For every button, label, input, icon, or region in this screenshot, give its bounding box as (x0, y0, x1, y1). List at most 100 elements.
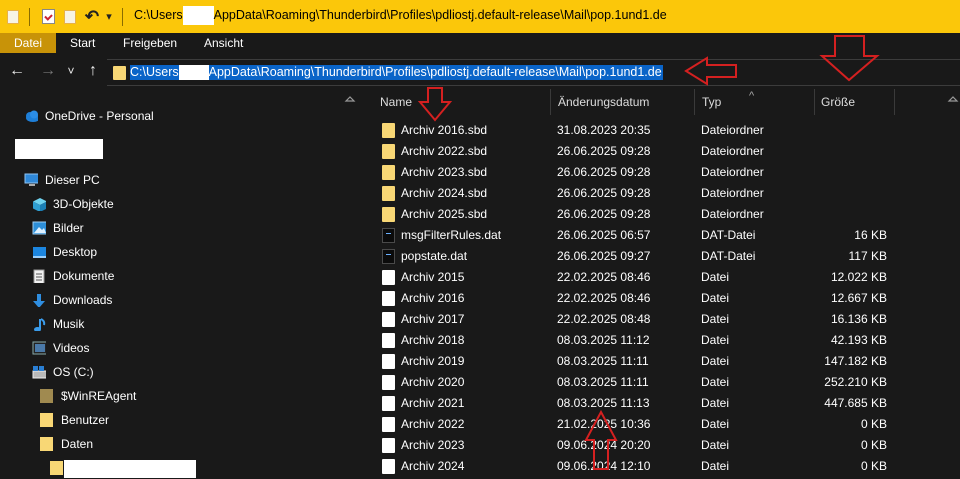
file-row[interactable]: Archiv 2025.sbd 26.06.2025 09:28 Dateiordn… (371, 204, 946, 225)
navigation-pane: OneDrive - Personal Dieser PC 3D-Objekte… (0, 89, 358, 479)
file-name: Archiv 2021 (401, 396, 465, 410)
file-name: Archiv 2024 (401, 459, 465, 473)
folder-icon[interactable] (2, 0, 24, 33)
file-date: 26.06.2025 09:28 (557, 186, 651, 200)
folder-icon (113, 66, 126, 80)
file-type: Datei (701, 375, 730, 389)
file-type: Datei (701, 270, 730, 284)
file-row[interactable]: Archiv 2022 21.02.2025 10:36 Datei 0 KB (371, 414, 946, 435)
file-list: Name Änderungsdatum Typ ^ Größe Archiv 2… (371, 89, 946, 477)
file-row[interactable]: msgFilterRules.dat 26.06.2025 06:57 DAT-Da… (371, 225, 946, 246)
column-header-date[interactable]: Änderungsdatum (558, 89, 649, 113)
file-row[interactable]: Archiv 2015 22.02.2025 08:46 Datei 12.022 K… (371, 267, 946, 288)
onedrive-cloud-icon (26, 110, 38, 122)
file-row[interactable]: popstate.dat 26.06.2025 09:27 DAT-Datei 117… (371, 246, 946, 267)
file-row[interactable]: Archiv 2018 08.03.2025 11:12 Datei 42.193 K… (371, 330, 946, 351)
up-arrow-icon[interactable]: ↑ (83, 53, 103, 89)
file-size (815, 141, 887, 162)
column-header-type[interactable]: Typ (702, 89, 721, 113)
folder-icon (382, 186, 395, 201)
tab-datei[interactable]: Datei (0, 33, 56, 53)
file-row[interactable]: Archiv 2022.sbd 26.06.2025 09:28 Dateiordn… (371, 141, 946, 162)
file-date: 22.02.2025 08:48 (557, 312, 651, 326)
column-divider[interactable] (894, 89, 895, 115)
column-divider[interactable] (814, 89, 815, 115)
file-type: Dateiordner (701, 144, 764, 158)
file-size: 42.193 KB (830, 333, 887, 347)
recent-locations-icon[interactable]: ˅ (63, 53, 79, 89)
file-name: popstate.dat (401, 249, 468, 263)
forward-arrow-icon[interactable]: → (37, 53, 59, 89)
quick-access-dropdown-icon[interactable]: ▾ (103, 0, 115, 33)
folder-icon (40, 389, 53, 403)
title-bar: ↶ ▾ C:\Users AppData\Roaming\Thunderbird\… (0, 0, 960, 33)
sidebar-item-label: Benutzer (61, 413, 110, 427)
computer-icon (24, 173, 38, 186)
file-size (815, 204, 887, 225)
file-row[interactable]: Archiv 2020 08.03.2025 11:11 Datei 252.210 … (371, 372, 946, 393)
dat-file-icon (382, 228, 395, 243)
file-row[interactable]: Archiv 2019 08.03.2025 11:11 Datei 147.182 … (371, 351, 946, 372)
file-name: Archiv 2016 (401, 291, 465, 305)
redaction (64, 460, 196, 478)
file-row[interactable]: Archiv 2021 08.03.2025 11:13 Datei 447.685 … (371, 393, 946, 414)
redaction (182, 6, 214, 26)
file-type: Datei (701, 291, 730, 305)
file-name: Archiv 2025.sbd (401, 207, 488, 221)
sidebar-item-label: 3D-Objekte (53, 197, 114, 211)
scroll-up-icon[interactable] (946, 93, 960, 105)
column-header-size[interactable]: Größe (821, 89, 855, 113)
back-arrow-icon[interactable]: ← (6, 53, 28, 89)
column-divider[interactable] (694, 89, 695, 115)
file-name: Archiv 2015 (401, 270, 465, 284)
file-type: Datei (701, 417, 730, 431)
dat-file-icon (382, 249, 395, 264)
address-bar[interactable]: C:\Users AppData\Roaming\Thunderbird\Prof… (107, 59, 960, 86)
file-row[interactable]: Archiv 2023.sbd 26.06.2025 09:28 Dateiordn… (371, 162, 946, 183)
navigation-bar: ← → ˅ ↑ C:\Users AppData\Roaming\Thunderb… (0, 53, 960, 89)
file-name: Archiv 2020 (401, 375, 465, 389)
file-date: 26.06.2025 06:57 (557, 228, 651, 242)
file-type: Datei (701, 333, 730, 347)
file-size: 447.685 KB (824, 396, 887, 410)
file-icon (382, 438, 395, 453)
sort-chevron-icon: ^ (749, 90, 755, 102)
column-header-name[interactable]: Name (380, 89, 412, 113)
new-folder-icon[interactable] (60, 0, 80, 33)
tab-ansicht[interactable]: Ansicht (204, 33, 243, 53)
sidebar-item-label: Daten (61, 437, 94, 451)
file-list-scrollbar[interactable] (946, 93, 960, 477)
file-type: Dateiordner (701, 207, 764, 221)
file-icon (382, 291, 395, 306)
file-row[interactable]: Archiv 2024.sbd 26.06.2025 09:28 Dateiordn… (371, 183, 946, 204)
sidebar-item-label: Desktop (53, 245, 98, 259)
file-row[interactable]: Archiv 2016.sbd 31.08.2023 20:35 Dateiordn… (371, 120, 946, 141)
column-divider[interactable] (550, 89, 551, 115)
file-date: 09.06.2024 20:20 (557, 438, 651, 452)
sidebar-item-label: OneDrive - Personal (45, 109, 154, 123)
file-date: 26.06.2025 09:27 (557, 249, 651, 263)
address-path[interactable]: C:\Users AppData\Roaming\Thunderbird\Prof… (130, 65, 663, 80)
pictures-icon (32, 221, 46, 235)
file-row[interactable]: Archiv 2024 09.06.2024 12:10 Datei 0 KB (371, 456, 946, 477)
file-icon (382, 354, 395, 369)
properties-icon[interactable] (38, 0, 58, 33)
tab-start[interactable]: Start (70, 33, 95, 53)
file-date: 22.02.2025 08:46 (557, 270, 651, 284)
sidebar-item-redacted[interactable] (50, 457, 250, 479)
tab-freigeben[interactable]: Freigeben (123, 33, 177, 53)
sidebar-item-label: Dokumente (53, 269, 115, 283)
file-row[interactable]: Archiv 2017 22.02.2025 08:48 Datei 16.136 K… (371, 309, 946, 330)
undo-icon[interactable]: ↶ (82, 0, 102, 33)
file-date: 26.06.2025 09:28 (557, 144, 651, 158)
file-row[interactable]: Archiv 2023 09.06.2024 20:20 Datei 0 KB (371, 435, 946, 456)
separator (122, 8, 123, 26)
navigation-pane-scrollbar[interactable] (343, 93, 357, 477)
file-name: Archiv 2023.sbd (401, 165, 488, 179)
file-row[interactable]: Archiv 2016 22.02.2025 08:46 Datei 12.667 K… (371, 288, 946, 309)
file-size: 0 KB (860, 459, 887, 473)
cube-icon (33, 198, 46, 211)
video-icon (32, 341, 46, 355)
scroll-up-icon[interactable] (343, 93, 357, 105)
file-size: 147.182 KB (824, 354, 887, 368)
